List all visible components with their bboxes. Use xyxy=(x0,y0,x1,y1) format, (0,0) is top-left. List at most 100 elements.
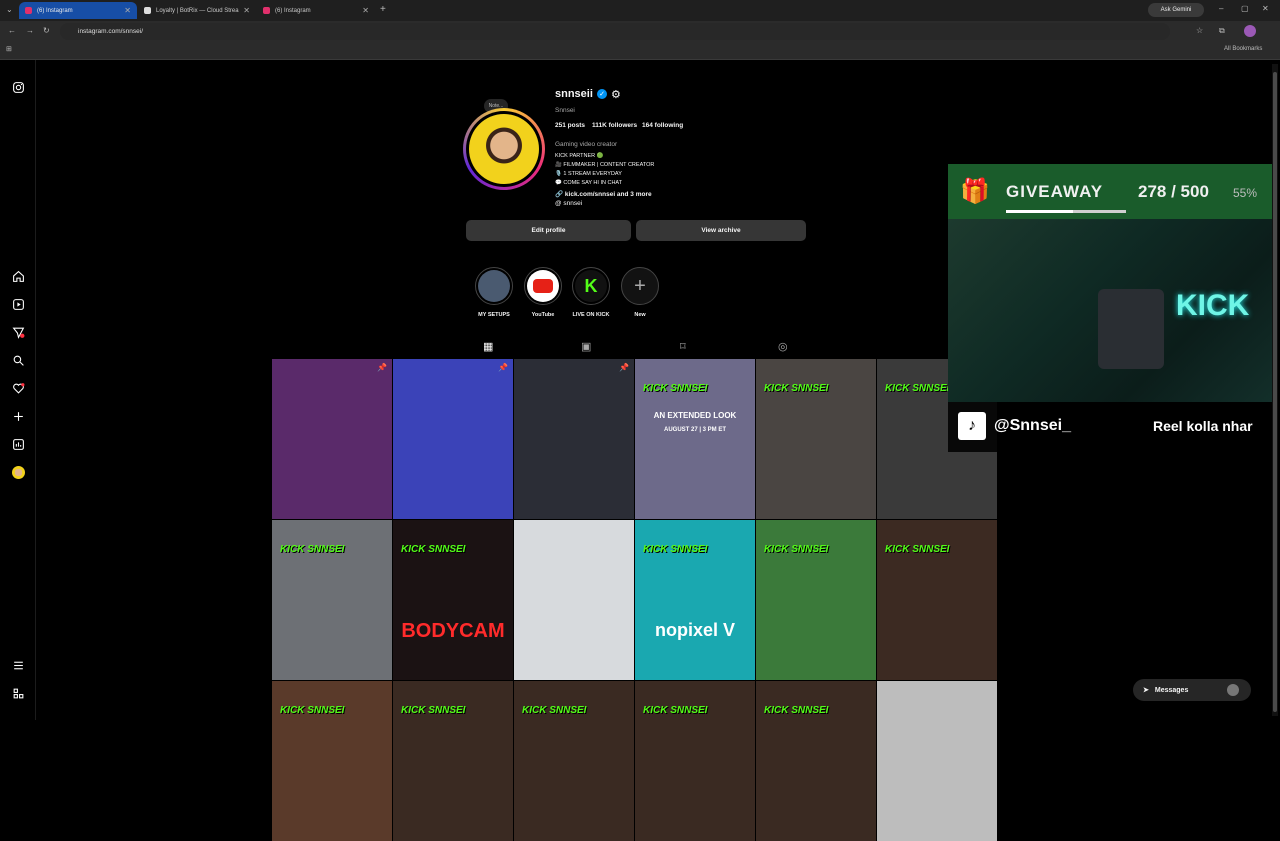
post-thumbnail[interactable] xyxy=(877,681,997,841)
messages-button[interactable]: ➤ Messages xyxy=(1133,679,1251,701)
create-plus-icon[interactable] xyxy=(11,409,25,423)
giveaway-percent: 55% xyxy=(1233,186,1258,200)
post-caption-text: BODYCAM xyxy=(401,620,505,642)
browser-tab-instagram-2[interactable]: (6) Instagram ✕ xyxy=(257,2,375,19)
reels-tab-icon[interactable]: ▣ xyxy=(581,340,591,353)
gift-icon: 🎁 xyxy=(960,178,990,205)
giveaway-progress-fill xyxy=(1006,210,1073,213)
notifications-heart-icon[interactable] xyxy=(11,381,25,395)
bookmark-star-icon[interactable]: ☆ xyxy=(1196,26,1203,35)
highlight-ring xyxy=(524,267,562,305)
back-icon[interactable]: ← xyxy=(8,26,16,35)
scrollbar-thumb[interactable] xyxy=(1273,72,1277,712)
extensions-icon[interactable]: ⧉ xyxy=(1219,26,1225,36)
profile-avatar-icon[interactable] xyxy=(11,465,25,479)
setups-thumbnail xyxy=(478,270,510,302)
address-bar[interactable]: instagram.com/snnsei/ xyxy=(60,23,1170,40)
post-thumbnail[interactable]: KICK SNNSEI AN EXTENDED LOOK AUGUST 27 | 3… xyxy=(635,359,755,519)
forward-icon[interactable]: → xyxy=(26,26,34,35)
kick-watermark: KICK SNNSEI xyxy=(401,544,466,555)
menu-hamburger-icon[interactable] xyxy=(11,658,25,672)
profile-avatar[interactable] xyxy=(1244,25,1256,37)
also-from-meta-icon[interactable] xyxy=(11,686,25,700)
kick-watermark: KICK SNNSEI xyxy=(764,544,829,555)
highlight-live-on-kick[interactable]: K LIVE ON KICK xyxy=(571,267,611,318)
pinned-icon: 📌 xyxy=(498,363,508,372)
browser-tab-botrix[interactable]: Loyalty | BotRix — Cloud Strea ✕ xyxy=(138,2,256,19)
profile-picture[interactable] xyxy=(463,108,545,190)
saved-tab-icon[interactable]: ⌑ xyxy=(680,340,686,353)
youtube-logo-icon xyxy=(527,270,559,302)
post-thumbnail[interactable]: KICK SNNSEI xyxy=(877,520,997,680)
post-thumbnail[interactable]: KICK SNNSEI xyxy=(272,681,392,841)
post-thumbnail[interactable] xyxy=(514,520,634,680)
view-archive-label: View archive xyxy=(701,227,741,234)
post-thumbnail[interactable]: KICK SNNSEI xyxy=(514,681,634,841)
close-window-icon[interactable]: ✕ xyxy=(1262,4,1269,13)
threads-link[interactable]: @ snnsei xyxy=(555,200,582,207)
post-thumbnail[interactable]: KICK SNNSEI xyxy=(756,359,876,519)
kick-watermark: KICK SNNSEI xyxy=(885,544,950,555)
post-thumbnail[interactable]: 📌 xyxy=(514,359,634,519)
tab-title: Loyalty | BotRix — Cloud Strea xyxy=(156,7,239,14)
post-thumbnail[interactable]: 📌 xyxy=(272,359,392,519)
highlight-youtube[interactable]: YouTube xyxy=(523,267,563,318)
home-icon[interactable] xyxy=(11,269,25,283)
post-thumbnail[interactable]: 📌 xyxy=(393,359,513,519)
kick-watermark: KICK SNNSEI xyxy=(522,705,587,716)
botrix-favicon-icon xyxy=(144,7,151,14)
followers-count[interactable]: 111K followers xyxy=(592,122,637,129)
settings-gear-icon[interactable]: ⚙ xyxy=(611,88,621,101)
direct-messages-icon[interactable] xyxy=(11,325,25,339)
pinned-icon: 📌 xyxy=(377,363,387,372)
post-caption-text: AUGUST 27 | 3 PM ET xyxy=(663,427,727,433)
url-text: instagram.com/snnsei/ xyxy=(78,28,144,35)
post-thumbnail[interactable]: KICK SNNSEI nopixel V xyxy=(635,520,755,680)
kick-logo-icon: K xyxy=(575,270,607,302)
dashboard-icon[interactable] xyxy=(11,437,25,451)
page-scrollbar[interactable] xyxy=(1272,64,1278,716)
search-icon[interactable] xyxy=(11,353,25,367)
instagram-logo-icon[interactable] xyxy=(11,80,25,94)
profile-username: snnseii xyxy=(555,88,593,100)
tab-search-icon[interactable]: ⌄ xyxy=(6,5,13,14)
edit-profile-label: Edit profile xyxy=(531,227,566,234)
kick-neon-sign: KICK xyxy=(1176,289,1250,322)
post-thumbnail[interactable]: KICK SNNSEI xyxy=(635,681,755,841)
tab-title: (6) Instagram xyxy=(37,7,73,14)
post-thumbnail[interactable]: KICK SNNSEI xyxy=(272,520,392,680)
following-count[interactable]: 164 following xyxy=(642,122,683,129)
ask-gemini-button[interactable]: Ask Gemini xyxy=(1148,3,1204,17)
browser-tab-strip: ⌄ (6) Instagram ✕ Loyalty | BotRix — Clo… xyxy=(0,0,1280,21)
all-bookmarks-link[interactable]: All Bookmarks xyxy=(1224,46,1262,52)
highlight-new[interactable]: + New xyxy=(620,267,660,318)
close-tab-icon[interactable]: ✕ xyxy=(124,6,131,15)
profile-picture-frame xyxy=(466,111,542,187)
post-thumbnail[interactable]: KICK SNNSEI BODYCAM xyxy=(393,520,513,680)
reels-icon[interactable] xyxy=(11,297,25,311)
reload-icon[interactable]: ↻ xyxy=(43,26,50,35)
new-tab-icon[interactable]: + xyxy=(380,4,386,15)
highlight-ring xyxy=(475,267,513,305)
maximize-icon[interactable]: ▢ xyxy=(1241,4,1249,13)
highlight-label: LIVE ON KICK xyxy=(572,312,610,318)
edit-profile-button[interactable]: Edit profile xyxy=(466,220,631,241)
close-tab-icon[interactable]: ✕ xyxy=(362,6,369,15)
bio-link[interactable]: 🔗 kick.com/snnsei and 3 more xyxy=(555,190,652,198)
minimize-icon[interactable]: – xyxy=(1219,4,1223,13)
posts-grid-tab-icon[interactable]: ▦ xyxy=(483,340,493,353)
tagged-tab-icon[interactable]: ◎ xyxy=(778,340,788,353)
bio-line-2: 🎥 FILMMAKER | CONTENT CREATOR xyxy=(555,162,655,168)
webcam-feed: KICK xyxy=(948,219,1274,402)
giveaway-progress-track xyxy=(1006,210,1126,213)
view-archive-button[interactable]: View archive xyxy=(636,220,806,241)
post-thumbnail[interactable]: KICK SNNSEI xyxy=(756,520,876,680)
highlight-label: MY SETUPS xyxy=(478,312,510,318)
browser-tab-instagram[interactable]: (6) Instagram ✕ xyxy=(19,2,137,19)
post-thumbnail[interactable]: KICK SNNSEI xyxy=(756,681,876,841)
bookmarks-bar: ⊞ All Bookmarks xyxy=(0,42,1280,60)
post-thumbnail[interactable]: KICK SNNSEI xyxy=(393,681,513,841)
close-tab-icon[interactable]: ✕ xyxy=(243,6,250,15)
apps-grid-icon[interactable]: ⊞ xyxy=(6,45,12,53)
highlight-my-setups[interactable]: MY SETUPS xyxy=(474,267,514,318)
